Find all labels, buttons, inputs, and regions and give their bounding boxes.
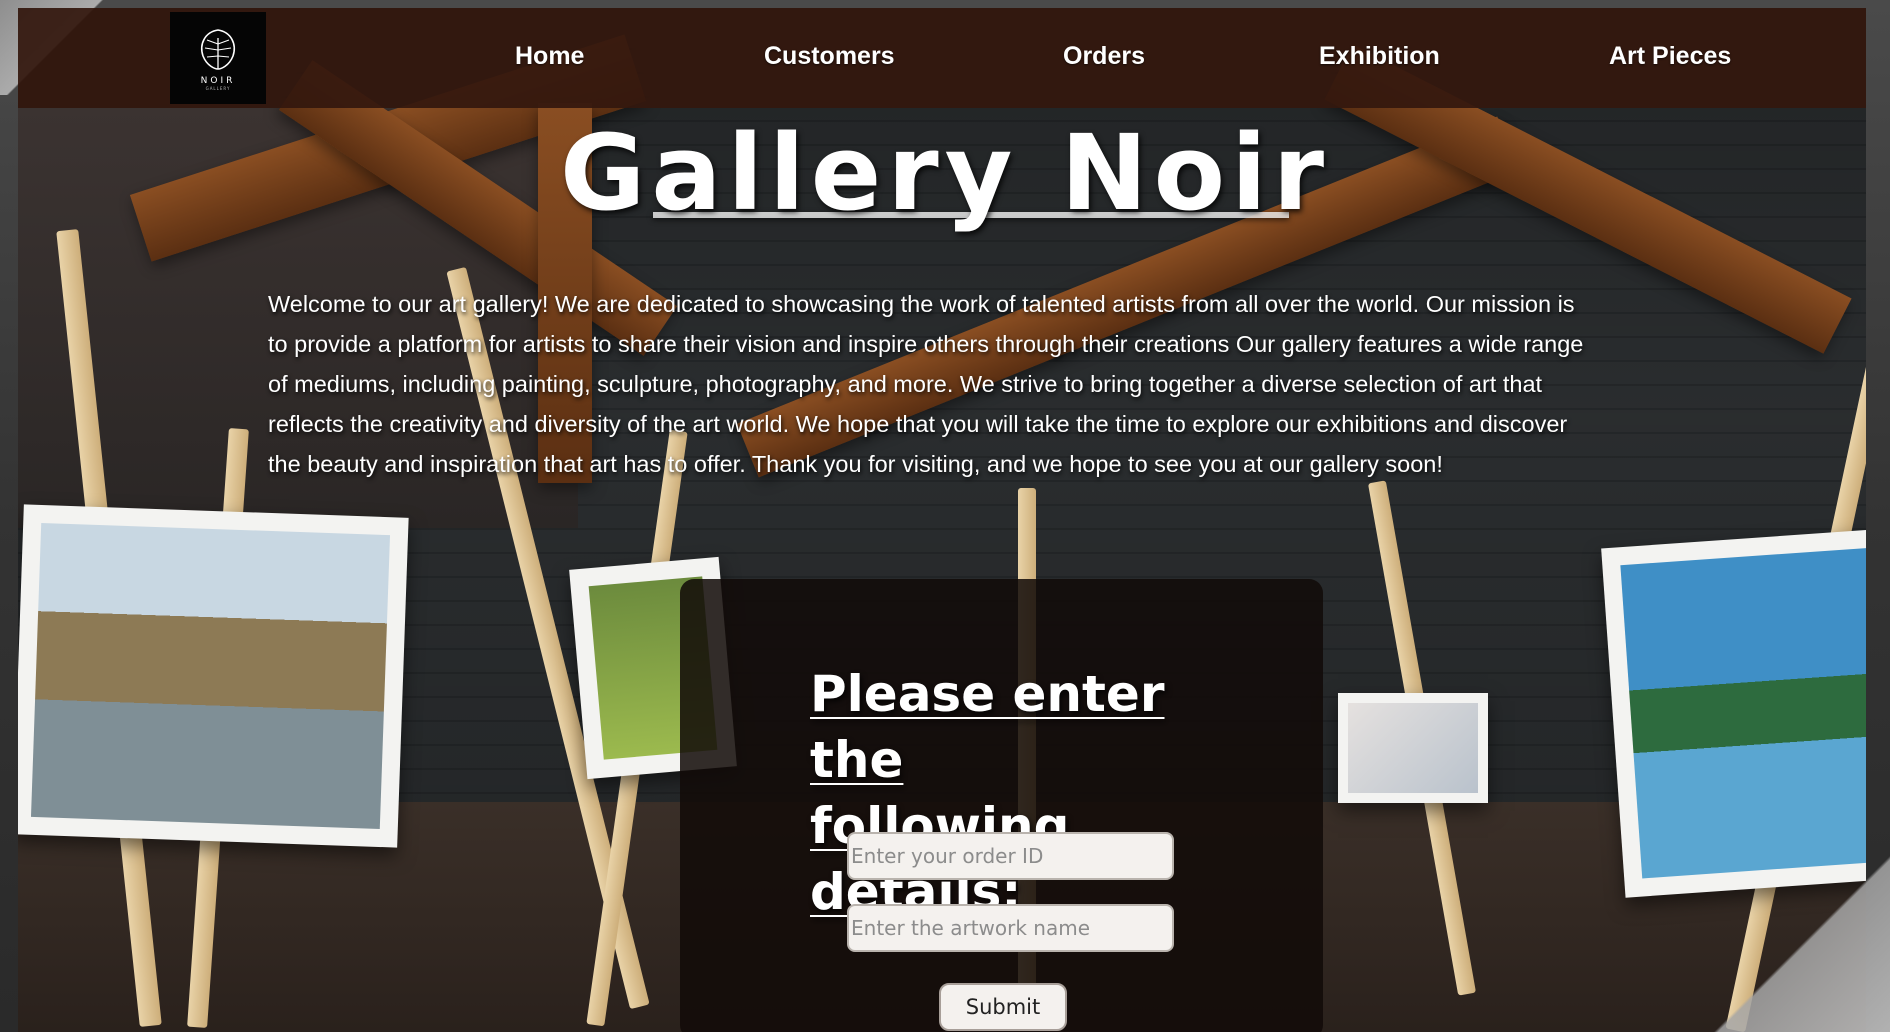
painting-landscape: [18, 504, 409, 848]
nav-customers[interactable]: Customers: [764, 42, 895, 71]
order-id-input[interactable]: [847, 832, 1174, 880]
monstera-leaf-icon: [201, 28, 235, 70]
painting-sketch: [1338, 693, 1488, 803]
nav-art-pieces[interactable]: Art Pieces: [1609, 42, 1731, 71]
nav-orders[interactable]: Orders: [1063, 42, 1145, 71]
page-title: Gallery Noir: [559, 112, 1331, 234]
artwork-name-input[interactable]: [847, 904, 1174, 952]
logo-subtext: GALLERY: [205, 85, 231, 91]
form-heading-line1: Please enter the: [810, 665, 1165, 789]
intro-paragraph: Welcome to our art gallery! We are dedic…: [268, 291, 1584, 477]
nav-home[interactable]: Home: [515, 42, 584, 71]
corner-tape: [1650, 842, 1890, 1032]
order-lookup-form: Please enter the following details: Subm…: [680, 579, 1323, 1032]
nav-exhibition[interactable]: Exhibition: [1319, 42, 1440, 71]
form-heading: Please enter the following details:: [810, 661, 1230, 925]
submit-button[interactable]: Submit: [939, 983, 1067, 1031]
logo-text: NOIR: [200, 75, 236, 86]
top-navbar: NOIR GALLERY Home Customers Orders Exhib…: [18, 8, 1866, 108]
gallery-logo[interactable]: NOIR GALLERY: [170, 12, 266, 104]
